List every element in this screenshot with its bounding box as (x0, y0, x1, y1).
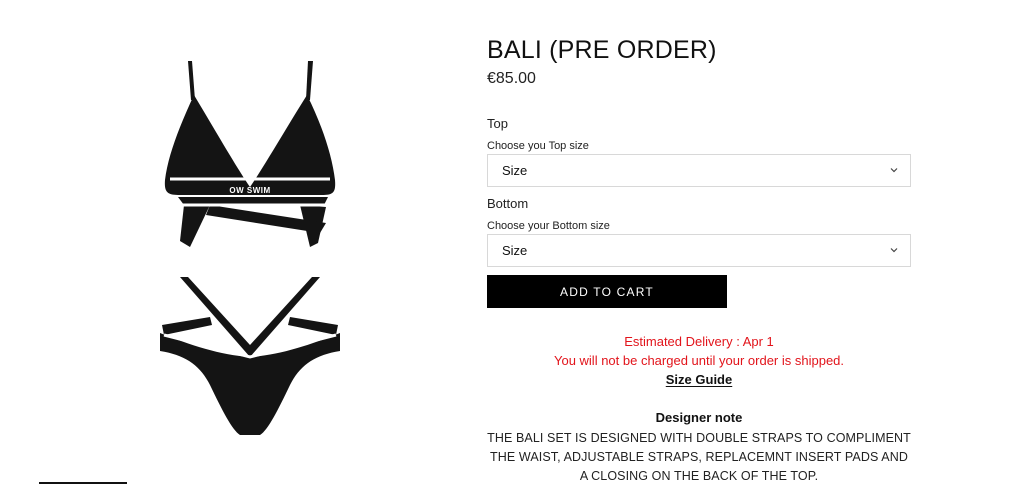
bottom-size-value: Size (502, 243, 528, 258)
designer-note-heading: Designer note (655, 410, 743, 425)
charge-notice: You will not be charged until your order… (553, 353, 845, 368)
product-price: €85.00 (487, 70, 536, 87)
chevron-down-icon (890, 248, 898, 253)
designer-note-body: THE BALI SET IS DESIGNED WITH DOUBLE STR… (487, 431, 911, 483)
add-to-cart-button[interactable]: ADD TO CART (487, 275, 727, 308)
image-logo-text: OW SWIM (229, 186, 270, 195)
top-size-value: Size (502, 163, 528, 178)
top-option-label: Top (487, 116, 508, 131)
size-guide-link[interactable]: Size Guide (666, 372, 732, 387)
product-page: OW SWIM BALI (PRE ORDER) €85.00 Top Choo… (0, 0, 1010, 486)
top-size-select[interactable]: Size (487, 154, 911, 187)
product-title: BALI (PRE ORDER) (487, 36, 717, 64)
bottom-option-label: Bottom (487, 196, 529, 211)
bottom-size-select[interactable]: Size (487, 234, 911, 267)
estimated-delivery: Estimated Delivery : Apr 1 (624, 334, 774, 349)
thumbnail-indicator[interactable] (39, 482, 127, 486)
size-guide: Size Guide (487, 372, 911, 387)
chevron-down-icon (890, 168, 898, 173)
bottom-option-hint: Choose your Bottom size (487, 220, 610, 232)
product-image[interactable]: OW SWIM (150, 55, 350, 445)
top-option-hint: Choose you Top size (487, 140, 589, 152)
